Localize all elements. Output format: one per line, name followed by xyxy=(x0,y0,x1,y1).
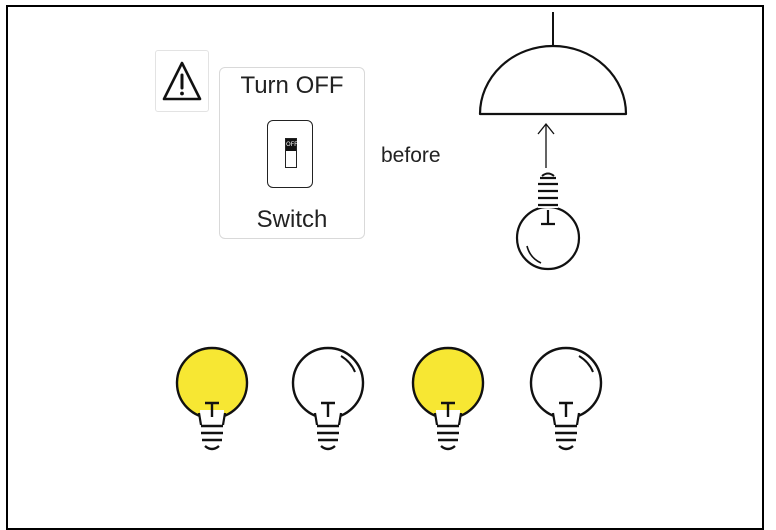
lit-bulb-icon xyxy=(175,346,249,451)
unlit-bulb-icon xyxy=(291,346,365,451)
bulb-row xyxy=(175,346,603,451)
lit-bulb-icon xyxy=(411,346,485,451)
unlit-bulb-icon xyxy=(529,346,603,451)
